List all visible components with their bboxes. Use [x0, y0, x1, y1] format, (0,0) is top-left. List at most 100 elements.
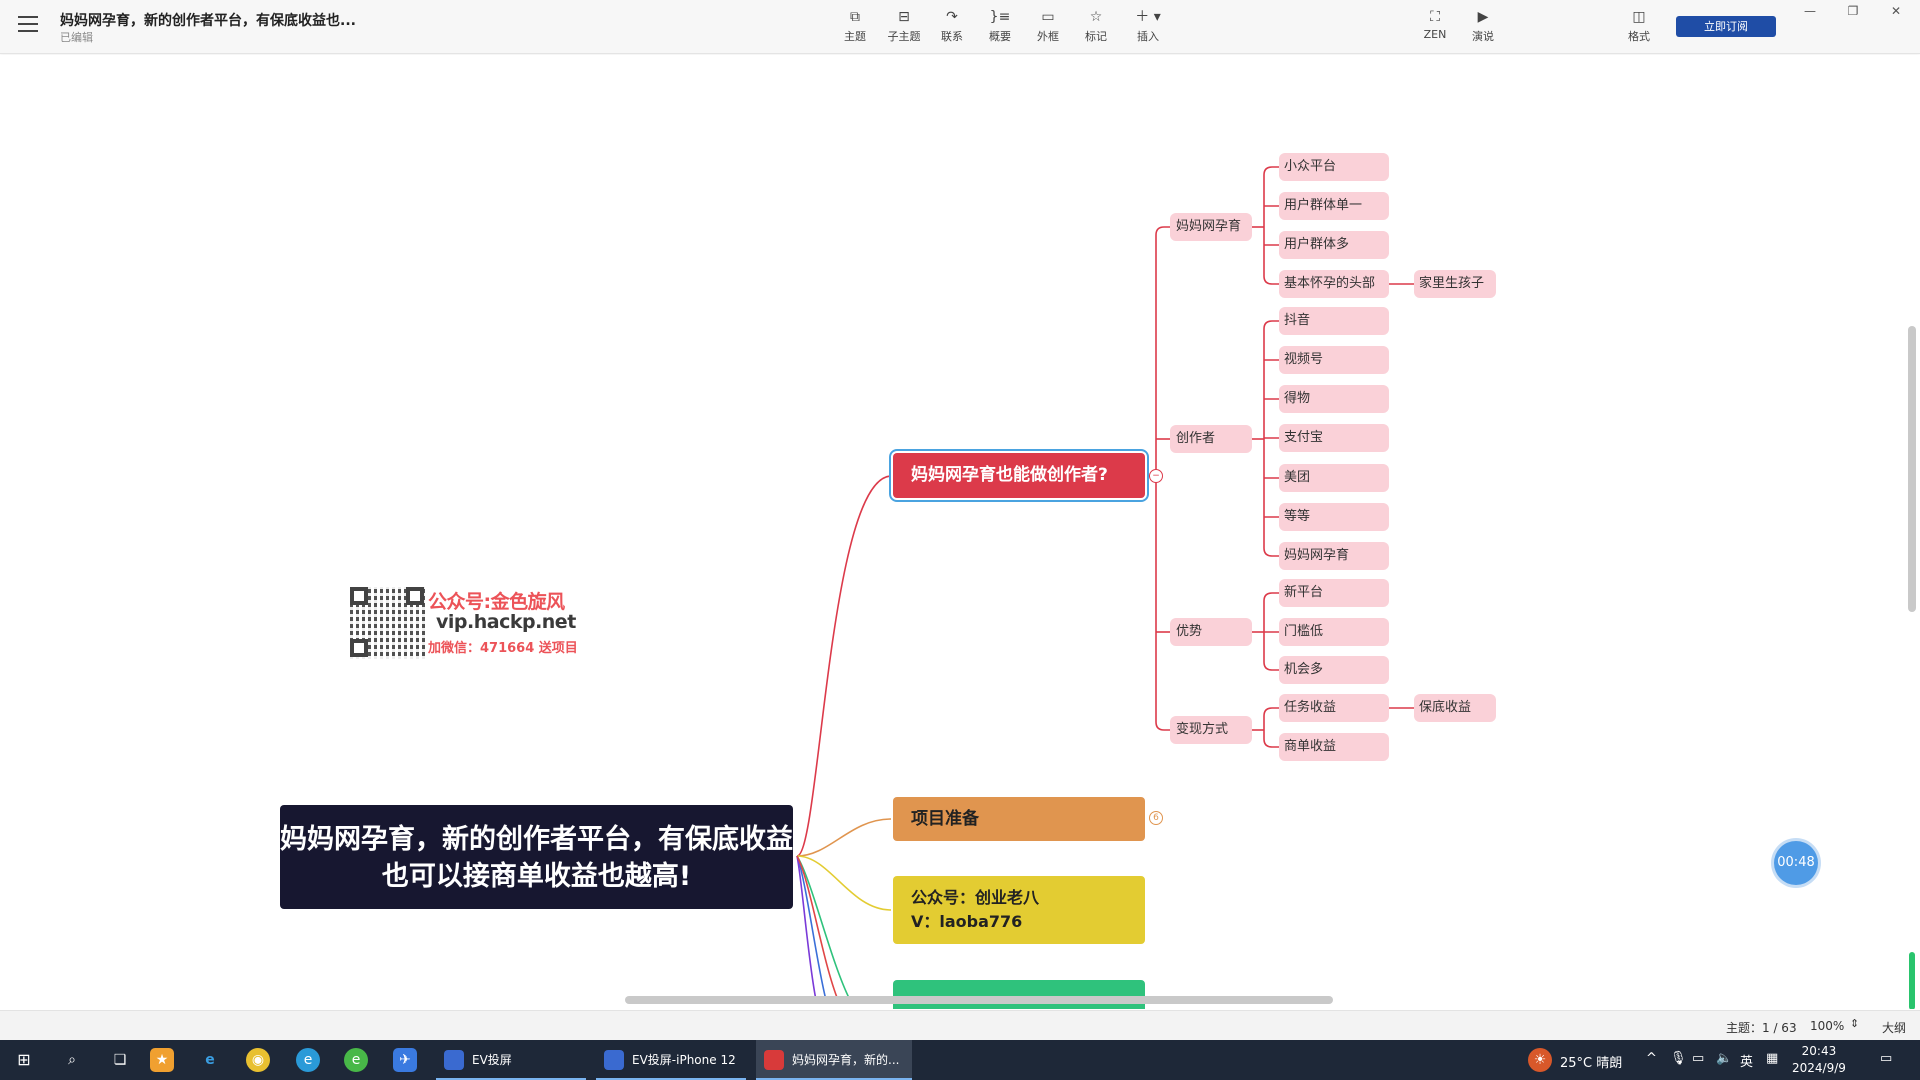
- subtopic-button[interactable]: ⊟ 子主题: [882, 8, 926, 44]
- taskbar-app-ev-iphone[interactable]: EV投屏-iPhone 12: [596, 1040, 746, 1080]
- volume-icon[interactable]: 🔈: [1716, 1051, 1732, 1066]
- format-panel-icon: ◫: [1632, 9, 1646, 25]
- leaf-etc[interactable]: 等等: [1279, 503, 1389, 531]
- ime-mode-icon[interactable]: ▦: [1766, 1051, 1778, 1066]
- boundary-label: 外框: [1037, 30, 1059, 43]
- summary-button[interactable]: }≡ 概要: [978, 8, 1022, 44]
- clock-time: 20:43: [1801, 1044, 1837, 1058]
- qr-code-icon: [350, 587, 426, 659]
- close-icon[interactable]: ✕: [1884, 4, 1908, 22]
- taskbar-app-label: EV投屏: [472, 1053, 512, 1067]
- collapse-toggle-icon[interactable]: −: [1149, 469, 1163, 483]
- leaf-new-platform[interactable]: 新平台: [1279, 579, 1389, 607]
- taskbar-app-label: 妈妈网孕育，新的...: [792, 1053, 900, 1067]
- fullscreen-icon: ⛶: [1430, 9, 1440, 25]
- ime-indicator[interactable]: 英: [1740, 1051, 1753, 1070]
- central-topic[interactable]: 妈妈网孕育，新的创作者平台，有保底收益也可以接商单收益也越高!: [280, 805, 793, 909]
- subscribe-button[interactable]: 立即订阅: [1676, 16, 1776, 37]
- leaf-dewu[interactable]: 得物: [1279, 385, 1389, 413]
- outline-button[interactable]: 大纲: [1882, 1019, 1906, 1036]
- weather-text[interactable]: 25°C 晴朗: [1560, 1052, 1622, 1071]
- network-icon[interactable]: ▭: [1692, 1051, 1704, 1066]
- leaf-having-children[interactable]: 家里生孩子: [1414, 270, 1496, 298]
- microphone-icon[interactable]: 🎙: [1670, 1051, 1687, 1066]
- chrome-icon[interactable]: ◉: [246, 1048, 270, 1072]
- ev-screen-icon: [444, 1050, 464, 1070]
- format-label: 格式: [1628, 30, 1650, 43]
- minimize-icon[interactable]: —: [1798, 4, 1822, 22]
- vertical-scrollbar[interactable]: [1908, 326, 1916, 612]
- leaf-pregnancy-head[interactable]: 基本怀孕的头部: [1279, 270, 1389, 298]
- watermark-line-1: 公众号:金色旋风: [428, 591, 565, 613]
- task-view-icon[interactable]: ❏: [108, 1048, 132, 1072]
- insert-label: 插入: [1137, 30, 1159, 43]
- leaf-single-user-group[interactable]: 用户群体单一: [1279, 192, 1389, 220]
- edge-icon[interactable]: e: [296, 1048, 320, 1072]
- leaf-low-threshold[interactable]: 门槛低: [1279, 618, 1389, 646]
- document-status: 已编辑: [60, 31, 93, 44]
- marker-label: 标记: [1085, 30, 1107, 43]
- main-topic[interactable]: 妈妈网孕育也能做创作者?: [889, 449, 1149, 502]
- watermark: 公众号:金色旋风 vip.hackp.net 加微信：471664 送项目: [350, 587, 590, 659]
- topic-icon: ⧉: [850, 9, 860, 25]
- zoom-stepper-icon[interactable]: ⇕: [1850, 1017, 1859, 1030]
- present-label: 演说: [1472, 30, 1494, 43]
- branch-monetization[interactable]: 变现方式: [1170, 716, 1252, 744]
- topic-contact[interactable]: 公众号：创业老八 V：laoba776: [893, 876, 1145, 944]
- topic-button[interactable]: ⧉ 主题: [833, 8, 877, 44]
- collapsed-count-badge[interactable]: 6: [1149, 811, 1163, 825]
- insert-button[interactable]: ＋ ▾ 插入: [1126, 8, 1170, 44]
- bird-app-icon[interactable]: ✈: [393, 1048, 417, 1072]
- horizontal-scrollbar[interactable]: [625, 996, 1333, 1004]
- leaf-mama-app[interactable]: 妈妈网孕育: [1279, 542, 1389, 570]
- status-bar: 主题：1 / 63 100% ⇕ 大纲: [0, 1010, 1920, 1040]
- leaf-niche-platform[interactable]: 小众平台: [1279, 153, 1389, 181]
- recording-timer[interactable]: 00:48: [1774, 841, 1818, 885]
- mindmap-canvas[interactable]: 公众号:金色旋风 vip.hackp.net 加微信：471664 送项目 妈妈…: [0, 55, 1920, 1009]
- system-clock[interactable]: 20:43 2024/9/9: [1792, 1043, 1846, 1077]
- branch-mama-platform[interactable]: 妈妈网孕育: [1170, 213, 1252, 241]
- summary-label: 概要: [989, 30, 1011, 43]
- app-star-icon[interactable]: ★: [150, 1048, 174, 1072]
- topic-project-prep[interactable]: 项目准备: [893, 797, 1145, 841]
- search-icon[interactable]: ⌕: [60, 1048, 84, 1072]
- taskbar-app-xmind[interactable]: 妈妈网孕育，新的...: [756, 1040, 912, 1080]
- branch-advantages[interactable]: 优势: [1170, 618, 1252, 646]
- taskbar-app-ev-screen[interactable]: EV投屏: [436, 1040, 586, 1080]
- topic-count: 主题：1 / 63: [1726, 1021, 1797, 1035]
- present-button[interactable]: ▶ 演说: [1461, 8, 1505, 44]
- format-button[interactable]: ◫ 格式: [1617, 8, 1661, 44]
- boundary-button[interactable]: ▭ 外框: [1026, 8, 1070, 44]
- present-icon: ▶: [1477, 9, 1489, 25]
- ie-browser-icon[interactable]: e: [198, 1048, 222, 1072]
- taskbar-app-label: EV投屏-iPhone 12: [632, 1053, 736, 1067]
- restore-icon[interactable]: ❐: [1841, 4, 1865, 22]
- ev-screen-icon: [604, 1050, 624, 1070]
- leaf-guaranteed-income[interactable]: 保底收益: [1414, 694, 1496, 722]
- leaf-douyin[interactable]: 抖音: [1279, 307, 1389, 335]
- zoom-level[interactable]: 100%: [1810, 1019, 1844, 1033]
- topic-partially-visible[interactable]: [893, 980, 1145, 1009]
- zen-button[interactable]: ⛶ ZEN: [1413, 8, 1457, 41]
- windows-start-icon[interactable]: ⊞: [12, 1048, 36, 1072]
- relationship-button[interactable]: ↷ 联系: [930, 8, 974, 44]
- leaf-task-income[interactable]: 任务收益: [1279, 694, 1389, 722]
- weather-icon[interactable]: ☀: [1528, 1048, 1552, 1072]
- document-title: 妈妈网孕育，新的创作者平台，有保底收益也...: [60, 13, 356, 29]
- browser-app-icon[interactable]: e: [344, 1048, 368, 1072]
- leaf-meituan[interactable]: 美团: [1279, 464, 1389, 492]
- subtopic-label: 子主题: [887, 30, 921, 43]
- marker-button[interactable]: ☆ 标记: [1074, 8, 1118, 44]
- leaf-alipay[interactable]: 支付宝: [1279, 424, 1389, 452]
- leaf-channels[interactable]: 视频号: [1279, 346, 1389, 374]
- hamburger-menu-icon[interactable]: [18, 16, 38, 34]
- plus-icon: ＋ ▾: [1135, 9, 1161, 25]
- scroll-indicator: [1909, 952, 1915, 1009]
- leaf-brand-deal-income[interactable]: 商单收益: [1279, 733, 1389, 761]
- notifications-icon[interactable]: ▭: [1880, 1051, 1892, 1066]
- leaf-many-users[interactable]: 用户群体多: [1279, 231, 1389, 259]
- leaf-many-chances[interactable]: 机会多: [1279, 656, 1389, 684]
- summary-icon: }≡: [989, 9, 1011, 25]
- branch-creators[interactable]: 创作者: [1170, 425, 1252, 453]
- tray-expand-icon[interactable]: ^: [1646, 1051, 1657, 1066]
